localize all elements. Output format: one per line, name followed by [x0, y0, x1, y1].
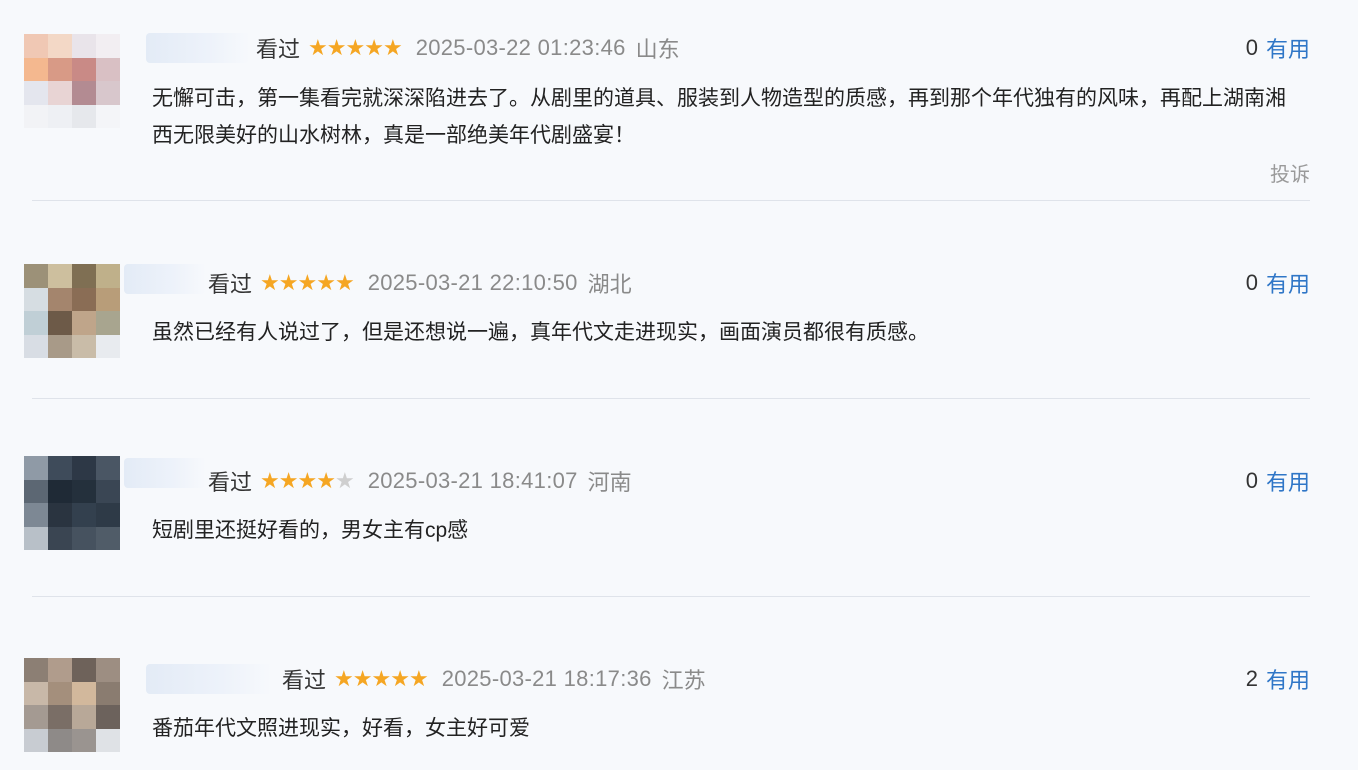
review-location: 山东: [635, 37, 680, 62]
review-text: 番茄年代文照进现实，好看，女主好可爱: [152, 717, 530, 740]
star-filled-icon: ★: [316, 468, 336, 493]
helpful-count: 0: [1245, 270, 1258, 295]
star-filled-icon: ★: [345, 35, 365, 60]
review-location: 江苏: [661, 668, 706, 693]
rating-stars: ★ ★ ★ ★ ★: [334, 666, 429, 691]
star-filled-icon: ★: [334, 666, 354, 691]
helpful-label[interactable]: 有用: [1266, 267, 1310, 299]
review-meta: 看过 ★ ★ ★ ★ ★ 2025-03-21 18:41:07 河南: [208, 466, 632, 496]
review-meta: 看过 ★ ★ ★ ★ ★ 2025-03-21 18:17:36 江苏: [282, 664, 706, 694]
review-meta: 看过 ★ ★ ★ ★ ★ 2025-03-21 22:10:50 湖北: [208, 268, 632, 298]
divider: [32, 398, 1310, 399]
helpful-count: 0: [1245, 35, 1258, 60]
star-filled-icon: ★: [260, 468, 280, 493]
helpful-count: 2: [1245, 666, 1258, 691]
review-text: 无懈可击，第一集看完就深深陷进去了。从剧里的道具、服装到人物造型的质感，再到那个…: [152, 87, 1286, 147]
review-text: 虽然已经有人说过了，但是还想说一遍，真年代文走进现实，画面演员都很有质感。: [152, 321, 929, 344]
rating-stars: ★ ★ ★ ★ ★: [260, 468, 355, 493]
star-filled-icon: ★: [260, 270, 280, 295]
review-meta: 看过 ★ ★ ★ ★ ★ 2025-03-22 01:23:46 山东: [256, 33, 680, 63]
star-filled-icon: ★: [364, 35, 384, 60]
review-time: 2025-03-22 01:23:46: [415, 35, 626, 60]
username-blurred[interactable]: [124, 264, 206, 294]
avatar[interactable]: [24, 264, 120, 358]
star-filled-icon: ★: [408, 666, 429, 691]
review-time: 2025-03-21 18:17:36: [441, 666, 652, 691]
username-blurred[interactable]: [146, 33, 250, 63]
star-filled-icon: ★: [352, 666, 373, 691]
star-empty-icon: ★: [334, 468, 355, 493]
helpful-button[interactable]: 0 有用: [1246, 33, 1310, 63]
review-time: 2025-03-21 18:41:07: [367, 468, 578, 493]
helpful-button[interactable]: 0 有用: [1246, 268, 1310, 298]
review-text: 短剧里还挺好看的，男女主有cp感: [152, 519, 469, 542]
watch-status: 看过: [208, 272, 253, 297]
star-filled-icon: ★: [371, 666, 391, 691]
star-filled-icon: ★: [297, 468, 317, 493]
star-filled-icon: ★: [308, 35, 328, 60]
rating-stars: ★ ★ ★ ★ ★: [308, 35, 403, 60]
watch-status: 看过: [256, 37, 301, 62]
star-filled-icon: ★: [326, 35, 347, 60]
helpful-label[interactable]: 有用: [1266, 32, 1310, 64]
review-time: 2025-03-21 22:10:50: [367, 270, 578, 295]
rating-stars: ★ ★ ★ ★ ★: [260, 270, 355, 295]
review-location: 湖北: [587, 272, 632, 297]
helpful-count: 0: [1245, 468, 1258, 493]
divider: [32, 596, 1310, 597]
username-blurred[interactable]: [146, 664, 272, 694]
divider: [32, 200, 1310, 201]
avatar[interactable]: [24, 456, 120, 550]
watch-status: 看过: [208, 470, 253, 495]
star-filled-icon: ★: [316, 270, 336, 295]
report-link[interactable]: 投诉: [1270, 158, 1310, 187]
star-filled-icon: ★: [334, 270, 355, 295]
helpful-label[interactable]: 有用: [1266, 663, 1310, 695]
avatar[interactable]: [24, 658, 120, 752]
review-location: 河南: [587, 470, 632, 495]
star-filled-icon: ★: [278, 270, 299, 295]
star-filled-icon: ★: [390, 666, 410, 691]
helpful-button[interactable]: 2 有用: [1246, 664, 1310, 694]
username-blurred[interactable]: [124, 458, 206, 488]
star-filled-icon: ★: [297, 270, 317, 295]
watch-status: 看过: [282, 668, 327, 693]
avatar[interactable]: [24, 34, 120, 128]
star-filled-icon: ★: [382, 35, 403, 60]
star-filled-icon: ★: [278, 468, 299, 493]
helpful-label[interactable]: 有用: [1266, 465, 1310, 497]
helpful-button[interactable]: 0 有用: [1246, 466, 1310, 496]
